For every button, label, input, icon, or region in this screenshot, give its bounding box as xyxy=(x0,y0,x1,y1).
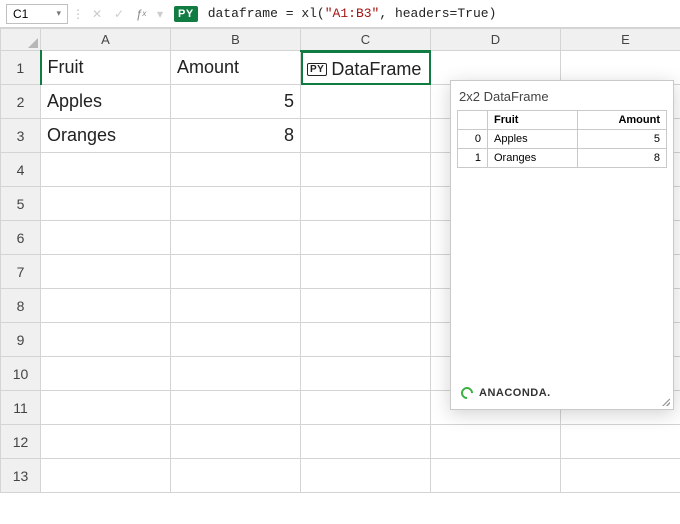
row-header-5[interactable]: 5 xyxy=(1,187,41,221)
col-header-D[interactable]: D xyxy=(431,29,561,51)
formula-bar: C1 ▾ ⋮ ✕ ✓ ƒx ▾ PY dataframe = xl("A1:B3… xyxy=(0,0,680,28)
col-header-A[interactable]: A xyxy=(41,29,171,51)
spreadsheet-grid[interactable]: A B C D E 1 Fruit Amount PY DataFrame 2 … xyxy=(0,28,680,524)
row-header-13[interactable]: 13 xyxy=(1,459,41,493)
anaconda-brand: ANACONDA. xyxy=(457,387,667,399)
row-header-9[interactable]: 9 xyxy=(1,323,41,357)
row-header-2[interactable]: 2 xyxy=(1,85,41,119)
row-header-10[interactable]: 10 xyxy=(1,357,41,391)
chevron-down-icon: ▾ xyxy=(56,8,61,19)
name-box-value: C1 xyxy=(13,7,28,21)
card-title: 2x2 DataFrame xyxy=(457,87,667,110)
row-header-12[interactable]: 12 xyxy=(1,425,41,459)
cell-B1[interactable]: Amount xyxy=(171,51,301,85)
anaconda-label: ANACONDA. xyxy=(479,387,551,399)
row-header-11[interactable]: 11 xyxy=(1,391,41,425)
cell-B2[interactable]: 5 xyxy=(171,85,301,119)
df-col-fruit: Fruit xyxy=(488,111,578,130)
col-header-C[interactable]: C xyxy=(301,29,431,51)
resize-grip-icon[interactable] xyxy=(660,396,670,406)
col-header-B[interactable]: B xyxy=(171,29,301,51)
cell-A1[interactable]: Fruit xyxy=(41,51,171,85)
enter-icon[interactable]: ✓ xyxy=(110,4,128,24)
dropdown-icon[interactable]: ▾ xyxy=(154,4,166,24)
row-header-7[interactable]: 7 xyxy=(1,255,41,289)
df-row: 0 Apples 5 xyxy=(458,130,667,149)
fx-icon[interactable]: ƒx xyxy=(132,4,150,24)
python-badge-icon: PY xyxy=(174,6,198,22)
df-row: 1 Oranges 8 xyxy=(458,149,667,168)
cell-A3[interactable]: Oranges xyxy=(41,119,171,153)
column-header-row: A B C D E xyxy=(1,29,680,51)
row-header-6[interactable]: 6 xyxy=(1,221,41,255)
dataframe-preview-card: 2x2 DataFrame Fruit Amount 0 Apples 5 1 … xyxy=(450,80,674,410)
select-all-corner[interactable] xyxy=(1,29,41,51)
dataframe-table: Fruit Amount 0 Apples 5 1 Oranges 8 xyxy=(457,110,667,168)
df-col-amount: Amount xyxy=(578,111,667,130)
cell-A2[interactable]: Apples xyxy=(41,85,171,119)
name-box[interactable]: C1 ▾ xyxy=(6,4,68,24)
anaconda-logo-icon xyxy=(459,385,476,402)
row-header-8[interactable]: 8 xyxy=(1,289,41,323)
df-index-header xyxy=(458,111,488,130)
cell-C2[interactable] xyxy=(301,85,431,119)
cell-B3[interactable]: 8 xyxy=(171,119,301,153)
cell-C1-label: DataFrame xyxy=(331,59,421,80)
formula-input[interactable]: dataframe = xl("A1:B3", headers=True) xyxy=(208,6,497,21)
col-header-E[interactable]: E xyxy=(561,29,680,51)
cancel-icon[interactable]: ✕ xyxy=(88,4,106,24)
row-header-3[interactable]: 3 xyxy=(1,119,41,153)
row-header-1[interactable]: 1 xyxy=(1,51,41,85)
row-header-4[interactable]: 4 xyxy=(1,153,41,187)
cell-C3[interactable] xyxy=(301,119,431,153)
python-cell-icon: PY xyxy=(307,63,327,76)
cell-C1[interactable]: PY DataFrame xyxy=(301,51,431,85)
separator: ⋮ xyxy=(72,7,84,21)
